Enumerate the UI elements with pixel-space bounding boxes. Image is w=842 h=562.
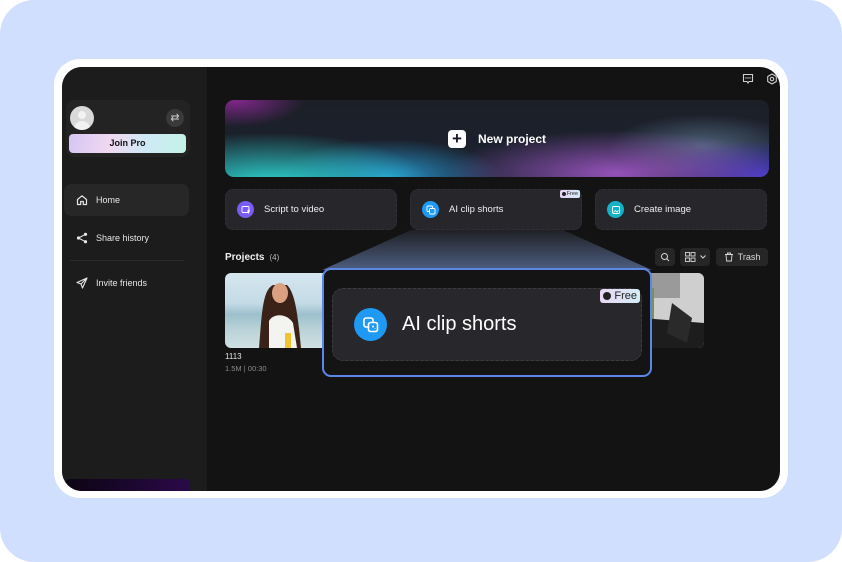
free-badge: Free (559, 190, 580, 198)
feature-label: AI clip shorts (449, 204, 504, 215)
avatar-body (74, 121, 90, 130)
projects-count: (4) (269, 253, 280, 262)
settings-gear-icon[interactable] (766, 73, 778, 85)
free-badge-label: Free (566, 191, 578, 197)
ai-clip-shorts-callout: AI clip shorts Free (322, 268, 652, 377)
new-project-button[interactable]: + New project (225, 100, 769, 177)
home-icon (76, 195, 88, 206)
ai-clip-shorts-button[interactable]: AI clip shorts Free (410, 189, 582, 230)
swap-arrows-icon: ⇄ (170, 112, 180, 124)
sidebar: ⇄ Join Pro Home Share history Invite fri… (62, 67, 207, 491)
search-button[interactable] (655, 248, 675, 266)
search-icon (661, 253, 670, 262)
view-toggle-button[interactable] (680, 248, 710, 266)
sidebar-divider (70, 260, 184, 261)
free-badge: Free (600, 289, 640, 303)
app-window: ⇄ Join Pro Home Share history Invite fri… (62, 67, 780, 491)
clock-icon (603, 292, 612, 300)
projects-title: Projects (225, 252, 265, 263)
trash-icon (724, 252, 733, 262)
trash-label: Trash (737, 252, 761, 262)
sidebar-item-label: Invite friends (96, 278, 148, 288)
switch-account-button[interactable]: ⇄ (166, 109, 184, 127)
profile-card: ⇄ Join Pro (66, 100, 190, 157)
feature-label: Script to video (264, 204, 325, 215)
chevron-down-icon (699, 255, 706, 259)
feature-label: Create image (634, 204, 692, 215)
create-image-button[interactable]: Create image (595, 189, 767, 230)
ai-clip-icon (354, 308, 387, 341)
ai-clip-icon (422, 201, 439, 218)
woman-beach-photo (259, 283, 301, 348)
paper-plane-icon (76, 277, 88, 289)
project-thumbnail[interactable] (225, 273, 335, 348)
grid-view-icon (684, 252, 695, 262)
promo-banner[interactable] (65, 479, 190, 491)
sidebar-item-home[interactable]: Home (64, 184, 189, 216)
avatar-head (78, 111, 86, 119)
sidebar-item-share-history[interactable]: Share history (64, 222, 189, 254)
image-icon (607, 201, 624, 218)
sidebar-item-invite-friends[interactable]: Invite friends (64, 267, 189, 299)
sidebar-item-label: Share history (96, 233, 150, 243)
ai-clip-shorts-callout-card[interactable]: AI clip shorts Free (332, 288, 642, 361)
callout-label: AI clip shorts (402, 313, 517, 335)
trash-button[interactable]: Trash (716, 248, 768, 266)
share-icon (76, 232, 88, 244)
script-video-icon (237, 201, 254, 218)
free-badge-label: Free (614, 290, 637, 302)
script-to-video-button[interactable]: Script to video (225, 189, 397, 230)
sidebar-item-label: Home (96, 195, 121, 205)
feedback-icon[interactable] (742, 73, 754, 85)
callout-beam (322, 230, 652, 270)
avatar[interactable] (70, 106, 94, 130)
projects-heading: Projects (4) (225, 252, 279, 263)
project-meta: 1.5M | 00:30 (225, 364, 267, 373)
plus-icon: + (447, 129, 466, 148)
project-name: 1113 (225, 352, 242, 361)
join-pro-button[interactable]: Join Pro (69, 134, 186, 153)
new-project-label: New project (477, 131, 546, 146)
clock-icon (561, 192, 566, 196)
